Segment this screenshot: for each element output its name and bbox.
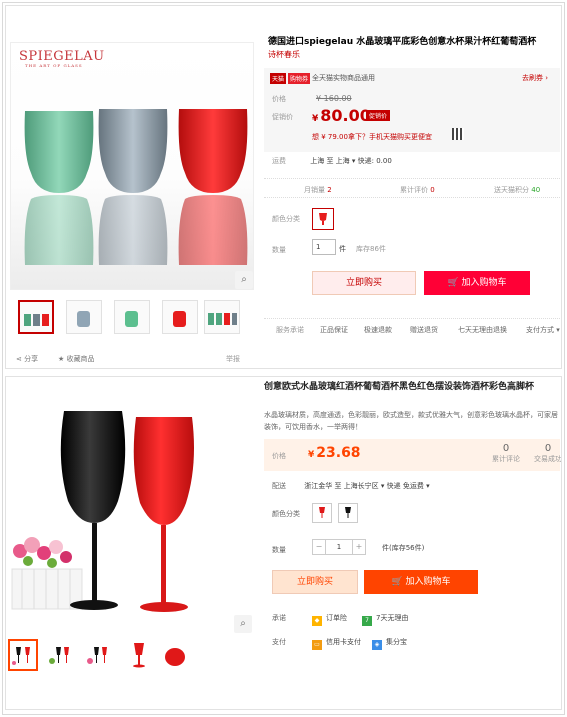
shipping-destination-select[interactable]: 上海 至 上海 ▾ 快递: 0.00: [310, 157, 392, 165]
color-label: 颜色分类: [272, 510, 300, 518]
sales-stats: 月销量 2 累计评价 0 送天猫积分 40: [264, 178, 560, 198]
jifenbao-icon: ◈: [372, 640, 382, 650]
shop-voucher-badge: 购物券: [288, 73, 311, 84]
order-insurance-badge: ◆ 订单险: [312, 613, 347, 626]
color-swatch-red[interactable]: [312, 208, 334, 230]
product-description: 水晶玻璃材质，高度通透，色彩靓丽，欧式造型，款式优雅大气，创意彩色玻璃水晶杯，可…: [264, 411, 558, 431]
shipping-row: 运费 上海 至 上海 ▾ 快递: 0.00: [272, 157, 392, 165]
payment-label: 支付: [272, 638, 286, 646]
thumbnail-1[interactable]: [18, 300, 54, 334]
thumbnail-5[interactable]: [160, 639, 190, 671]
quantity-input[interactable]: 1: [326, 539, 352, 555]
share-icon: ⋖: [16, 355, 25, 363]
price-box: 天猫 购物券 全天猫实物商品通用 去刷券 › 价格 ¥ 160.00 促销价 ¥…: [264, 68, 560, 152]
shield-icon: ◆: [312, 616, 322, 626]
tmall-badge: 天猫: [270, 73, 287, 84]
thumbnail-4[interactable]: [162, 300, 198, 334]
add-to-cart-button[interactable]: 🛒 加入购物车: [364, 570, 478, 594]
price-value: ¥23.68: [308, 445, 361, 461]
report-link[interactable]: 举报: [226, 354, 240, 364]
glass-tumblers-illustration: [24, 109, 248, 265]
thumbnail-5[interactable]: [204, 300, 240, 334]
payment-methods-dropdown[interactable]: 支付方式 ▾: [526, 325, 560, 335]
main-product-image: SPIEGELAU THE ART OF GLASS ⌕: [10, 42, 254, 290]
zoom-icon[interactable]: ⌕: [234, 615, 252, 633]
sales-count: 0 交易成功: [534, 443, 562, 463]
main-product-image: ⌕: [8, 401, 260, 633]
quantity-input[interactable]: 1: [312, 239, 336, 255]
shipping-destination-select[interactable]: 浙江金华 至 上海长宁区 ▾ 快递 免运费 ▾: [304, 482, 429, 490]
thumbnail-3[interactable]: [84, 639, 114, 671]
cart-icon: 🛒: [447, 278, 462, 288]
price-label: 价格: [272, 452, 286, 460]
product-title: 创意欧式水晶玻璃红酒杯葡萄酒杯黑色红色摆设装饰酒杯彩色高脚杯: [264, 382, 535, 392]
buy-now-button[interactable]: 立即购买: [312, 271, 416, 295]
price-box: 价格 ¥23.68 0 累计评论 0 交易成功: [264, 439, 562, 471]
thumbnail-3[interactable]: [114, 300, 150, 334]
promise-label: 承诺: [272, 614, 286, 622]
wine-glasses-illustration: [11, 411, 194, 612]
stock-count: 件(库存56件): [382, 544, 425, 552]
credit-card-icon: ▭: [312, 640, 322, 650]
cart-icon: 🛒: [391, 577, 406, 587]
promo-price: ¥80.00: [312, 106, 371, 125]
star-icon: ★: [58, 355, 67, 363]
thumbnail-4[interactable]: [124, 639, 154, 671]
quantity-label: 数量: [272, 546, 286, 554]
coupon-link[interactable]: 去刷券 ›: [522, 73, 548, 83]
buy-now-button[interactable]: 立即购买: [272, 570, 358, 594]
quantity-label: 数量: [272, 246, 286, 254]
share-link[interactable]: ⋖ 分享: [16, 354, 38, 364]
shipping-row: 配送 浙江金华 至 上海长宁区 ▾ 快递 免运费 ▾: [272, 482, 430, 490]
product-panel-wine-glass: ⌕ 创意欧式水晶玻璃红酒杯葡萄酒杯黑色红色摆设装饰酒杯彩色高脚杯 水晶玻璃材质，…: [5, 376, 562, 710]
add-to-cart-button[interactable]: 🛒 加入购物车: [424, 271, 530, 295]
color-swatch-red[interactable]: [312, 503, 332, 523]
zoom-icon[interactable]: ⌕: [235, 271, 253, 289]
product-subtitle: 诗杯春乐: [268, 50, 300, 59]
monthly-sales: 月销量 2: [304, 186, 332, 194]
jifenbao-badge: ◈ 集分宝: [372, 637, 407, 650]
seven-day-icon: 7: [362, 616, 372, 626]
credit-card-badge: ▭ 信用卡支付: [312, 637, 361, 650]
review-count: 累计评价 0: [400, 186, 435, 194]
price-label: 价格: [272, 95, 286, 103]
quantity-unit: 件: [339, 245, 346, 253]
promo-tag: 促销价: [366, 110, 391, 121]
original-price: ¥ 160.00: [316, 94, 352, 103]
product-title: 德国进口spiegelau 水晶玻璃平底彩色创意水杯果汁杯红葡萄酒杯: [268, 37, 537, 47]
promo-price-label: 促销价: [272, 113, 293, 121]
mobile-deal-link[interactable]: 想 ¥ 79.00拿下？手机天猫购买更便宜: [312, 132, 432, 142]
quantity-increase-button[interactable]: +: [352, 539, 366, 555]
favorite-link[interactable]: ★ 收藏商品: [58, 354, 95, 364]
review-count: 0 累计评论: [492, 443, 520, 463]
tmall-points: 送天猫积分 40: [494, 186, 541, 194]
thumbnail-2[interactable]: [66, 300, 102, 334]
stock-count: 库存86件: [356, 245, 386, 253]
seven-day-return-badge: 7 7天无理由: [362, 613, 408, 626]
color-swatch-black[interactable]: [338, 503, 358, 523]
product-panel-spiegelau: SPIEGELAU THE ART OF GLASS ⌕ ⋖ 分享 ★ 收藏商品…: [5, 5, 562, 369]
qr-code-icon[interactable]: [452, 128, 464, 140]
quantity-decrease-button[interactable]: −: [312, 539, 326, 555]
service-promises: 服务承诺 正品保证 极速退款 赠送退货 七天无理由退换 支付方式 ▾: [264, 318, 560, 334]
voucher-note: 全天猫实物商品通用: [312, 74, 375, 82]
thumbnail-2[interactable]: [46, 639, 76, 671]
color-label: 颜色分类: [272, 215, 300, 223]
thumbnail-1[interactable]: [8, 639, 38, 671]
